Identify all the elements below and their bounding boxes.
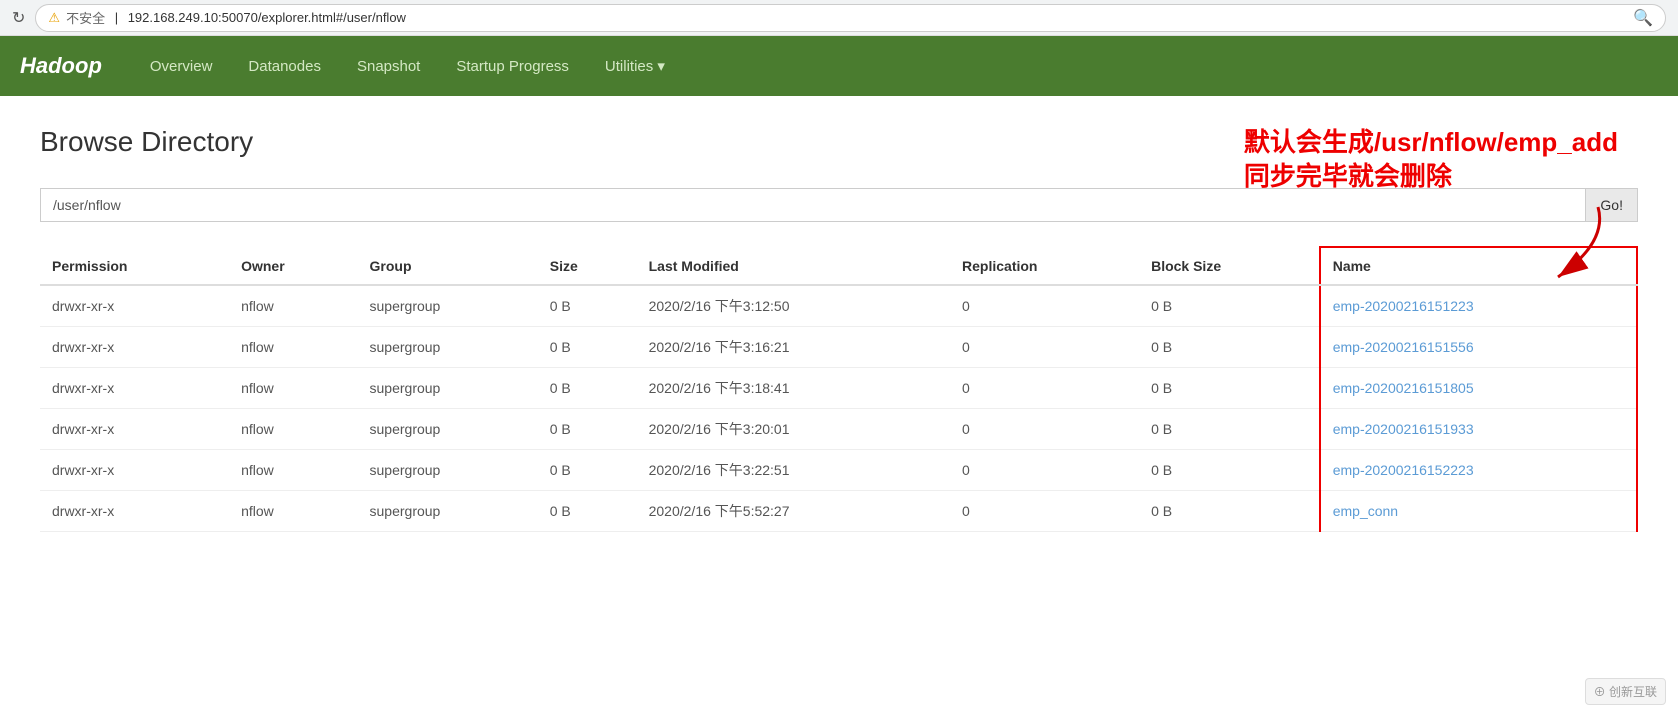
col-group: Group — [358, 247, 538, 285]
cell-size: 0 B — [538, 491, 637, 532]
cell-group: supergroup — [358, 450, 538, 491]
cell-last-modified: 2020/2/16 下午3:12:50 — [637, 285, 950, 327]
cell-size: 0 B — [538, 368, 637, 409]
cell-permission: drwxr-xr-x — [40, 450, 229, 491]
cell-size: 0 B — [538, 285, 637, 327]
cell-replication: 0 — [950, 491, 1139, 532]
navbar-links: Overview Datanodes Snapshot Startup Prog… — [132, 36, 683, 96]
col-size: Size — [538, 247, 637, 285]
cell-last-modified: 2020/2/16 下午3:22:51 — [637, 450, 950, 491]
cell-block-size: 0 B — [1139, 450, 1320, 491]
cell-block-size: 0 B — [1139, 491, 1320, 532]
cell-permission: drwxr-xr-x — [40, 491, 229, 532]
url-text: 192.168.249.10:50070/explorer.html#/user… — [128, 10, 406, 25]
annotation-arrow — [1244, 202, 1618, 291]
cell-name[interactable]: emp-20200216152223 — [1320, 450, 1637, 491]
nav-startup-progress[interactable]: Startup Progress — [438, 36, 587, 96]
annotation-line2: 同步完毕就会删除 — [1244, 161, 1452, 191]
main-content: Browse Directory 默认会生成/usr/nflow/emp_add… — [0, 96, 1678, 562]
browser-bar: ↻ ⚠ 不安全 | 192.168.249.10:50070/explorer.… — [0, 0, 1678, 36]
cell-owner: nflow — [229, 491, 357, 532]
cell-owner: nflow — [229, 409, 357, 450]
cell-owner: nflow — [229, 327, 357, 368]
address-bar[interactable]: ⚠ 不安全 | 192.168.249.10:50070/explorer.ht… — [35, 4, 1666, 32]
table-row: drwxr-xr-x nflow supergroup 0 B 2020/2/1… — [40, 409, 1637, 450]
cell-name[interactable]: emp-20200216151223 — [1320, 285, 1637, 327]
cell-name[interactable]: emp-20200216151556 — [1320, 327, 1637, 368]
table-row: drwxr-xr-x nflow supergroup 0 B 2020/2/1… — [40, 327, 1637, 368]
col-last-modified: Last Modified — [637, 247, 950, 285]
table-row: drwxr-xr-x nflow supergroup 0 B 2020/2/1… — [40, 491, 1637, 532]
cell-block-size: 0 B — [1139, 409, 1320, 450]
col-owner: Owner — [229, 247, 357, 285]
cell-owner: nflow — [229, 285, 357, 327]
cell-group: supergroup — [358, 409, 538, 450]
nav-overview[interactable]: Overview — [132, 36, 231, 96]
cell-group: supergroup — [358, 327, 538, 368]
cell-last-modified: 2020/2/16 下午5:52:27 — [637, 491, 950, 532]
cell-block-size: 0 B — [1139, 285, 1320, 327]
cell-permission: drwxr-xr-x — [40, 409, 229, 450]
cell-name[interactable]: emp-20200216151933 — [1320, 409, 1637, 450]
col-permission: Permission — [40, 247, 229, 285]
cell-permission: drwxr-xr-x — [40, 368, 229, 409]
cell-replication: 0 — [950, 368, 1139, 409]
cell-permission: drwxr-xr-x — [40, 285, 229, 327]
navbar: Hadoop Overview Datanodes Snapshot Start… — [0, 36, 1678, 96]
insecure-label: 不安全 — [66, 8, 105, 27]
cell-replication: 0 — [950, 450, 1139, 491]
navbar-brand[interactable]: Hadoop — [20, 53, 102, 79]
url-separator: | — [111, 10, 122, 25]
cell-name[interactable]: emp_conn — [1320, 491, 1637, 532]
table-row: drwxr-xr-x nflow supergroup 0 B 2020/2/1… — [40, 368, 1637, 409]
watermark: ⊕ 创新互联 — [1585, 678, 1666, 705]
cell-block-size: 0 B — [1139, 368, 1320, 409]
cell-replication: 0 — [950, 285, 1139, 327]
annotation: 默认会生成/usr/nflow/emp_add 同步完毕就会删除 — [1244, 126, 1618, 290]
cell-permission: drwxr-xr-x — [40, 327, 229, 368]
cell-size: 0 B — [538, 450, 637, 491]
warning-icon: ⚠ — [48, 10, 60, 26]
table-row: drwxr-xr-x nflow supergroup 0 B 2020/2/1… — [40, 450, 1637, 491]
cell-group: supergroup — [358, 368, 538, 409]
cell-last-modified: 2020/2/16 下午3:20:01 — [637, 409, 950, 450]
cell-size: 0 B — [538, 409, 637, 450]
cell-owner: nflow — [229, 368, 357, 409]
table-row: drwxr-xr-x nflow supergroup 0 B 2020/2/1… — [40, 285, 1637, 327]
cell-block-size: 0 B — [1139, 327, 1320, 368]
cell-last-modified: 2020/2/16 下午3:16:21 — [637, 327, 950, 368]
cell-replication: 0 — [950, 327, 1139, 368]
cell-last-modified: 2020/2/16 下午3:18:41 — [637, 368, 950, 409]
col-replication: Replication — [950, 247, 1139, 285]
cell-replication: 0 — [950, 409, 1139, 450]
nav-utilities[interactable]: Utilities ▾ — [587, 36, 683, 96]
cell-group: supergroup — [358, 491, 538, 532]
nav-datanodes[interactable]: Datanodes — [230, 36, 339, 96]
reload-button[interactable]: ↻ — [12, 8, 25, 28]
cell-owner: nflow — [229, 450, 357, 491]
browser-search-icon[interactable]: 🔍 — [1633, 8, 1653, 28]
nav-snapshot[interactable]: Snapshot — [339, 36, 438, 96]
cell-name[interactable]: emp-20200216151805 — [1320, 368, 1637, 409]
cell-size: 0 B — [538, 327, 637, 368]
cell-group: supergroup — [358, 285, 538, 327]
annotation-line1: 默认会生成/usr/nflow/emp_add — [1244, 127, 1618, 157]
